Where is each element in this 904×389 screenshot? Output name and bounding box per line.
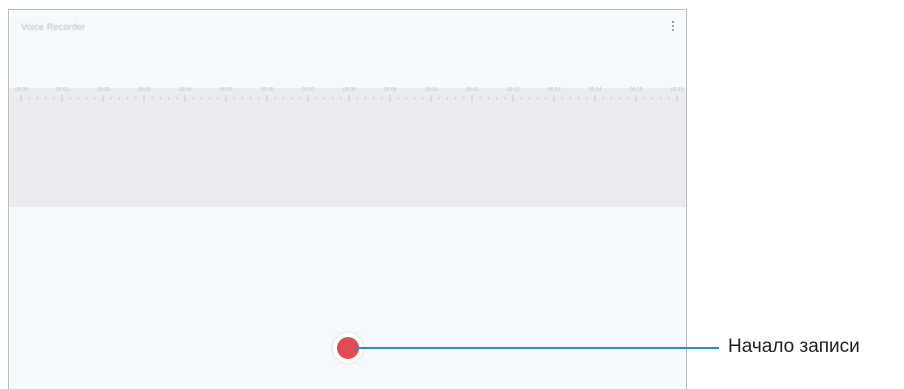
ruler-tick-label: 00:13 [548,87,561,93]
page: Voice Recorder 00:00 00:01 00:02 00:03 00:04… [0,0,904,389]
ruler-tick-label: 00:06 [261,87,274,93]
voice-recorder-screen: Voice Recorder 00:00 00:01 00:02 00:03 00:04… [8,9,687,389]
callout-line [355,347,719,349]
ruler-tick-label: 00:02 [97,87,110,93]
ruler-tick-label: 00:01 [56,87,69,93]
ruler-tick-label: 00:11 [466,87,478,93]
callout-label: Начало записи [728,336,860,357]
more-options-icon[interactable] [670,20,676,32]
ruler-tick-label: 00:08 [343,87,356,93]
ruler-tick-label: 00:10 [425,87,438,93]
more-options-dot [672,25,674,27]
waveform-area [9,88,686,207]
ruler-tick-label: 00:03 [138,87,151,93]
time-ruler: 00:00 00:01 00:02 00:03 00:04 00:05 00:06 00:07… [9,84,686,104]
ruler-tick-label: 00:00 [15,87,28,93]
time-ruler-svg: 00:00 00:01 00:02 00:03 00:04 00:05 00:06 00:07… [15,87,684,102]
ruler-tick-label: 00:12 [507,87,520,93]
ruler-tick-label: 00:16 [671,87,684,93]
ruler-tick-label: 00:15 [630,87,643,93]
ruler-tick-label: 00:04 [179,87,192,93]
ruler-tick-label: 00:09 [384,87,397,93]
app-title: Voice Recorder [21,22,86,32]
more-options-dot [672,21,674,23]
ruler-tick-label: 00:05 [220,87,233,93]
more-options-dot [672,29,674,31]
ruler-tick-label: 00:07 [302,87,315,93]
ruler-tick-label: 00:14 [589,87,602,93]
